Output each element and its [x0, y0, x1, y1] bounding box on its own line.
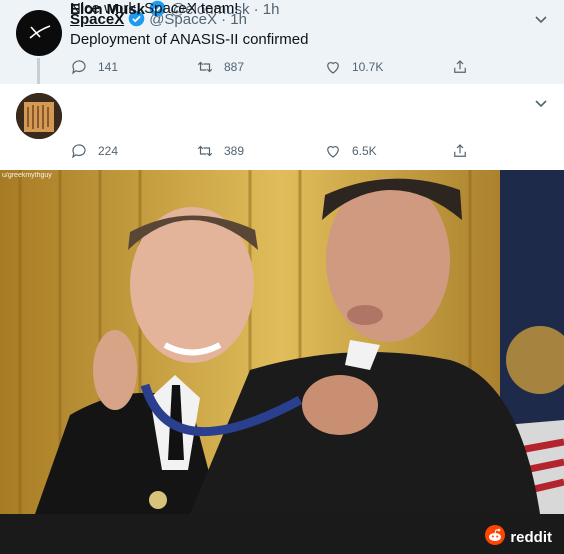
retweet-count: 389: [224, 144, 245, 158]
share-icon: [454, 60, 466, 73]
reddit-alien-icon: [484, 524, 506, 550]
elonmusk-avatar[interactable]: [16, 93, 62, 139]
tweet-text: Nice work, SpaceX team!: [70, 0, 239, 17]
retweet-icon: [197, 61, 213, 73]
reply-button[interactable]: 141: [70, 58, 118, 76]
reply-icon: [72, 60, 86, 75]
watermark-text: u/greekmythguy: [2, 172, 52, 179]
retweet-button[interactable]: 389: [196, 142, 244, 160]
reddit-footer: reddit: [0, 514, 564, 554]
reply-count: 141: [98, 60, 119, 74]
heart-icon: [327, 146, 339, 158]
avatar-image: [16, 93, 62, 139]
share-icon: [454, 144, 466, 157]
like-button[interactable]: 10.7K: [324, 58, 383, 76]
reddit-wordmark: reddit: [510, 528, 552, 546]
tweet-text: Deployment of ANASIS-II confirmed: [70, 31, 309, 48]
reply-icon: [72, 144, 86, 159]
photo-illustration: [0, 170, 564, 514]
like-count: 10.7K: [352, 60, 384, 74]
like-button[interactable]: 6.5K: [324, 142, 377, 160]
like-count: 6.5K: [352, 144, 377, 158]
more-options-chevron-icon[interactable]: [534, 12, 548, 26]
retweet-count: 887: [224, 60, 245, 74]
heart-icon: [327, 62, 339, 74]
share-button[interactable]: [451, 142, 469, 160]
reddit-logo[interactable]: reddit: [484, 524, 552, 550]
meme-photo: u/greekmythguy: [0, 170, 564, 514]
spacex-avatar[interactable]: [16, 10, 62, 56]
retweet-button[interactable]: 887: [196, 58, 244, 76]
share-button[interactable]: [451, 58, 469, 76]
retweet-icon: [197, 145, 213, 157]
reply-button[interactable]: 224: [70, 142, 118, 160]
more-options-chevron-icon[interactable]: [534, 96, 548, 110]
timestamp[interactable]: · 1h: [254, 1, 280, 18]
reply-count: 224: [98, 144, 119, 158]
spacex-logo-icon: [29, 25, 51, 39]
